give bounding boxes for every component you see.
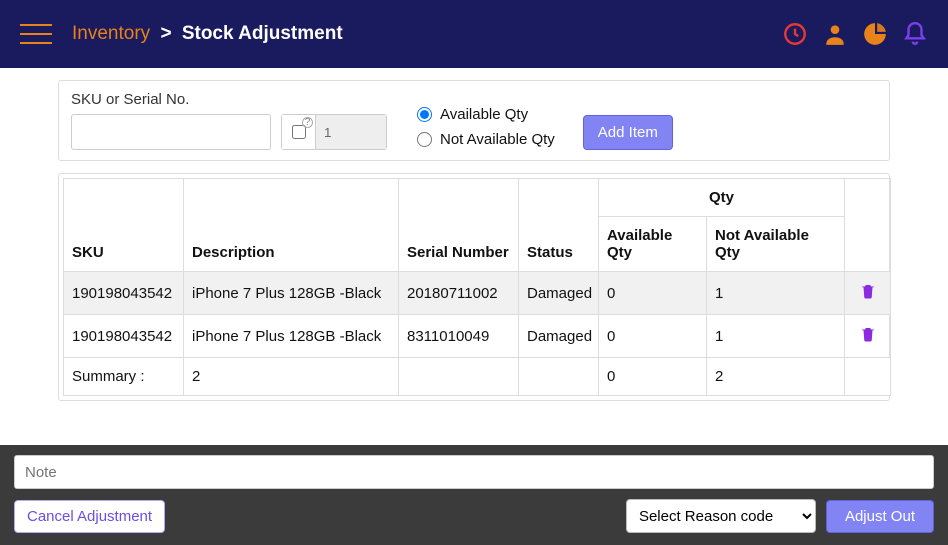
- sku-label: SKU or Serial No.: [71, 91, 271, 108]
- th-status: Status: [519, 179, 599, 272]
- breadcrumb: Inventory > Stock Adjustment: [72, 23, 343, 45]
- sku-input[interactable]: [71, 114, 271, 150]
- help-icon[interactable]: ?: [302, 117, 313, 128]
- th-sku: SKU: [64, 179, 184, 272]
- page-title: Stock Adjustment: [182, 23, 343, 44]
- radio-not-available[interactable]: Not Available Qty: [417, 131, 555, 148]
- trash-icon[interactable]: [845, 315, 891, 358]
- table-panel: SKU Description Serial Number Status Qty…: [58, 173, 890, 401]
- note-input[interactable]: [14, 455, 934, 489]
- adjust-out-button[interactable]: Adjust Out: [826, 500, 934, 533]
- menu-icon[interactable]: [20, 24, 52, 44]
- user-icon[interactable]: [822, 21, 848, 47]
- th-avail: Available Qty: [599, 217, 707, 272]
- trash-icon[interactable]: [845, 272, 891, 315]
- th-serial: Serial Number: [399, 179, 519, 272]
- th-navail: Not Available Qty: [707, 217, 845, 272]
- table-row: 190198043542iPhone 7 Plus 128GB -Black20…: [64, 272, 891, 315]
- reason-select[interactable]: Select Reason code: [626, 499, 816, 533]
- bell-icon[interactable]: [902, 21, 928, 47]
- qty-input[interactable]: [316, 115, 386, 149]
- radio-available[interactable]: Available Qty: [417, 106, 555, 123]
- table-row: 190198043542iPhone 7 Plus 128GB -Black83…: [64, 315, 891, 358]
- app-header: Inventory > Stock Adjustment: [0, 0, 948, 68]
- pie-chart-icon[interactable]: [862, 21, 888, 47]
- th-desc: Description: [184, 179, 399, 272]
- th-qty: Qty: [599, 179, 845, 217]
- clock-icon[interactable]: [782, 21, 808, 47]
- breadcrumb-inventory[interactable]: Inventory: [72, 23, 150, 44]
- qty-checkbox[interactable]: [292, 125, 306, 139]
- add-item-button[interactable]: Add Item: [583, 115, 673, 150]
- cancel-button[interactable]: Cancel Adjustment: [14, 500, 165, 533]
- footer: Cancel Adjustment Select Reason code Adj…: [0, 445, 948, 545]
- qty-block: ?: [281, 114, 387, 150]
- summary-row: Summary :202: [64, 358, 891, 396]
- input-panel: SKU or Serial No. ? Available Qty Not Av…: [58, 80, 890, 161]
- adjustment-table: SKU Description Serial Number Status Qty…: [63, 178, 891, 396]
